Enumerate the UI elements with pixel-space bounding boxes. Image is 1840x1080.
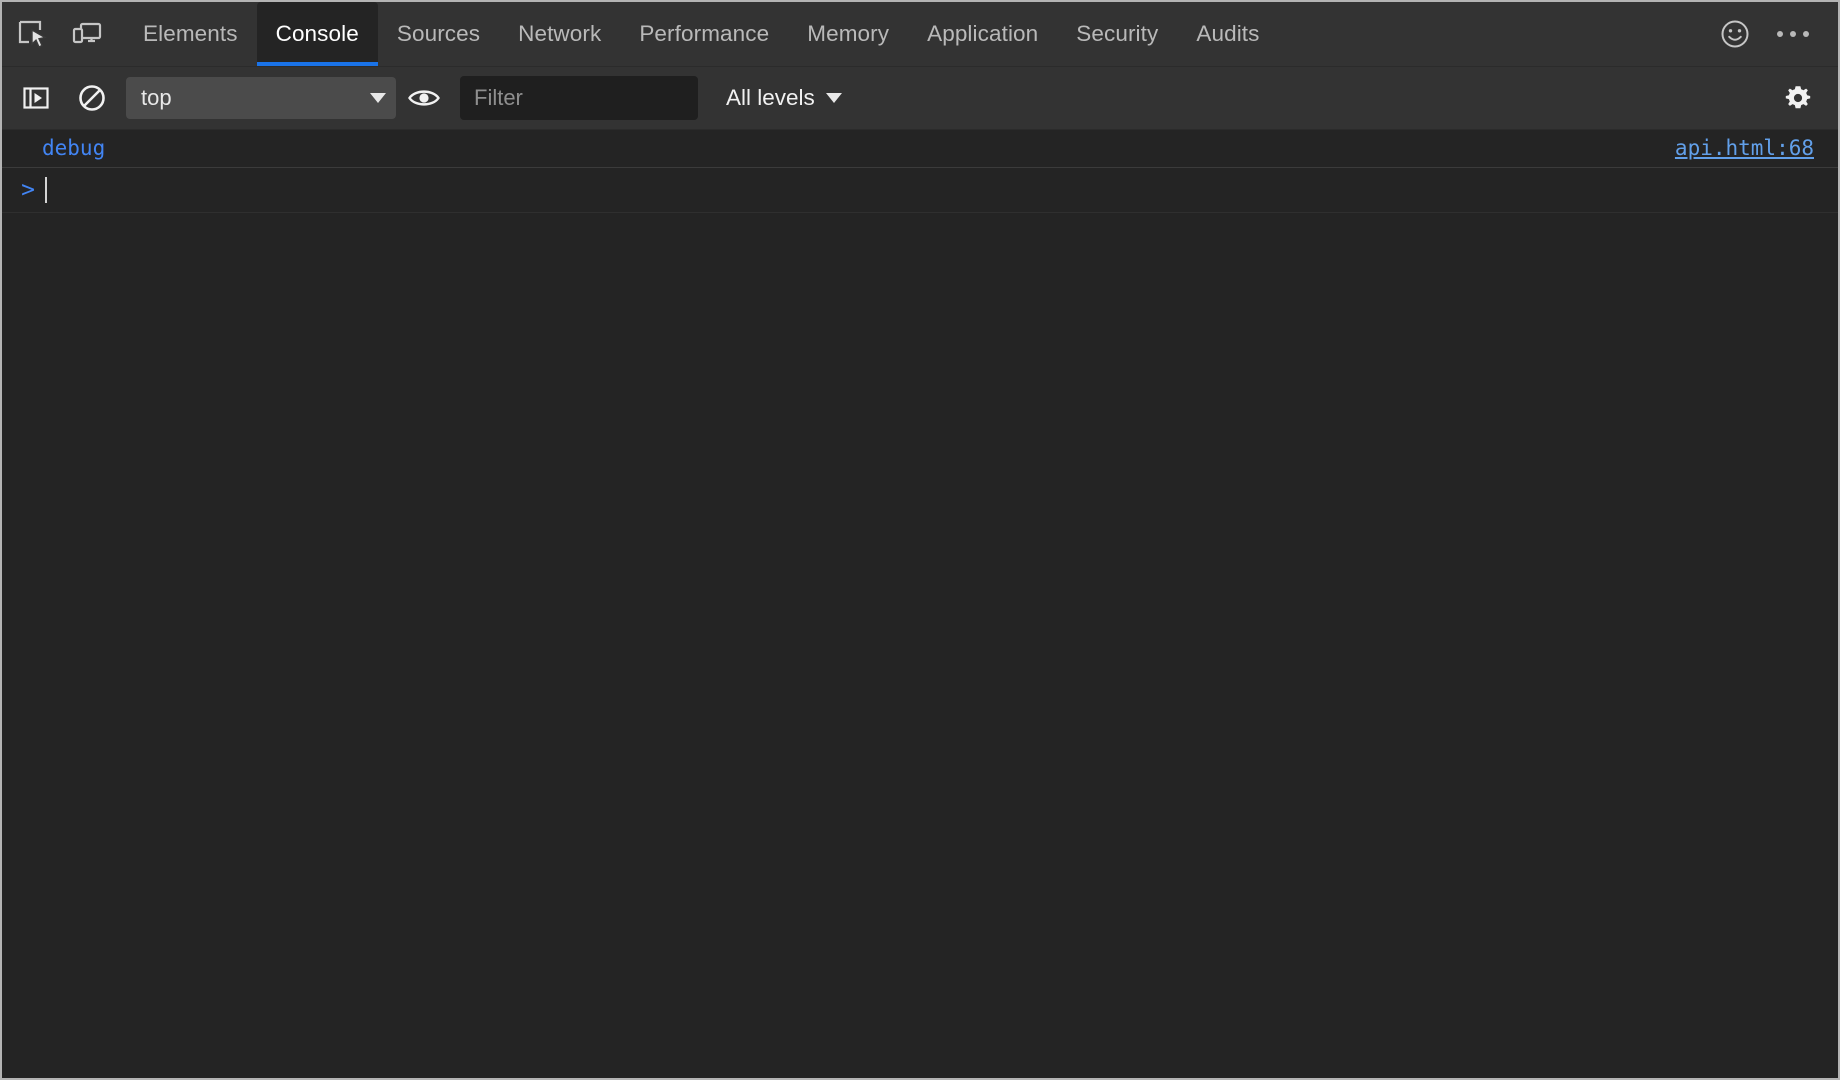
console-toolbar-actions <box>1770 70 1826 126</box>
tab-application[interactable]: Application <box>908 2 1057 66</box>
tab-label: Security <box>1076 21 1158 47</box>
settings-gear-icon[interactable] <box>1770 70 1826 126</box>
more-options-icon[interactable] <box>1764 31 1822 37</box>
console-prompt-input[interactable] <box>47 168 1838 212</box>
console-message-list[interactable]: debug api.html:68 > <box>2 130 1838 1078</box>
smiley-icon[interactable] <box>1706 17 1764 51</box>
inspect-element-icon[interactable] <box>6 2 60 66</box>
log-levels-select[interactable]: All levels <box>720 81 848 115</box>
clear-console-icon[interactable] <box>64 70 120 126</box>
execution-context-select[interactable]: top <box>126 77 396 119</box>
tab-label: Audits <box>1196 21 1259 47</box>
tab-audits[interactable]: Audits <box>1177 2 1278 66</box>
chevron-down-icon <box>826 93 842 103</box>
devtools-tabbar: Elements Console Sources Network Perform… <box>2 2 1838 67</box>
device-toolbar-icon[interactable] <box>60 2 114 66</box>
live-expression-eye-icon[interactable] <box>396 70 452 126</box>
tab-sources[interactable]: Sources <box>378 2 499 66</box>
tab-elements[interactable]: Elements <box>124 2 257 66</box>
log-levels-value: All levels <box>726 85 815 111</box>
tab-label: Sources <box>397 21 480 47</box>
tab-network[interactable]: Network <box>499 2 620 66</box>
console-message-text: debug <box>42 136 105 160</box>
tab-security[interactable]: Security <box>1057 2 1177 66</box>
prompt-chevron-icon: > <box>14 177 42 203</box>
tab-label: Console <box>276 21 359 47</box>
tab-label: Network <box>518 21 601 47</box>
tab-label: Application <box>927 21 1038 47</box>
tab-memory[interactable]: Memory <box>788 2 908 66</box>
console-toolbar: top All levels <box>2 67 1838 130</box>
tab-label: Memory <box>807 21 889 47</box>
tab-label: Elements <box>143 21 238 47</box>
tab-performance[interactable]: Performance <box>620 2 788 66</box>
tabbar-actions <box>1706 2 1838 66</box>
show-console-sidebar-icon[interactable] <box>8 70 64 126</box>
console-prompt-row[interactable]: > <box>2 168 1838 213</box>
console-message-row[interactable]: debug api.html:68 <box>2 130 1838 168</box>
execution-context-value: top <box>141 85 370 111</box>
tabbar-divider <box>114 2 124 66</box>
devtools-window: Elements Console Sources Network Perform… <box>0 0 1840 1080</box>
tab-label: Performance <box>639 21 769 47</box>
filter-input[interactable] <box>460 76 698 120</box>
more-options-dots <box>1777 31 1809 37</box>
console-message-source-link[interactable]: api.html:68 <box>1675 136 1814 160</box>
chevron-down-icon <box>370 93 386 103</box>
tab-console[interactable]: Console <box>257 2 378 66</box>
